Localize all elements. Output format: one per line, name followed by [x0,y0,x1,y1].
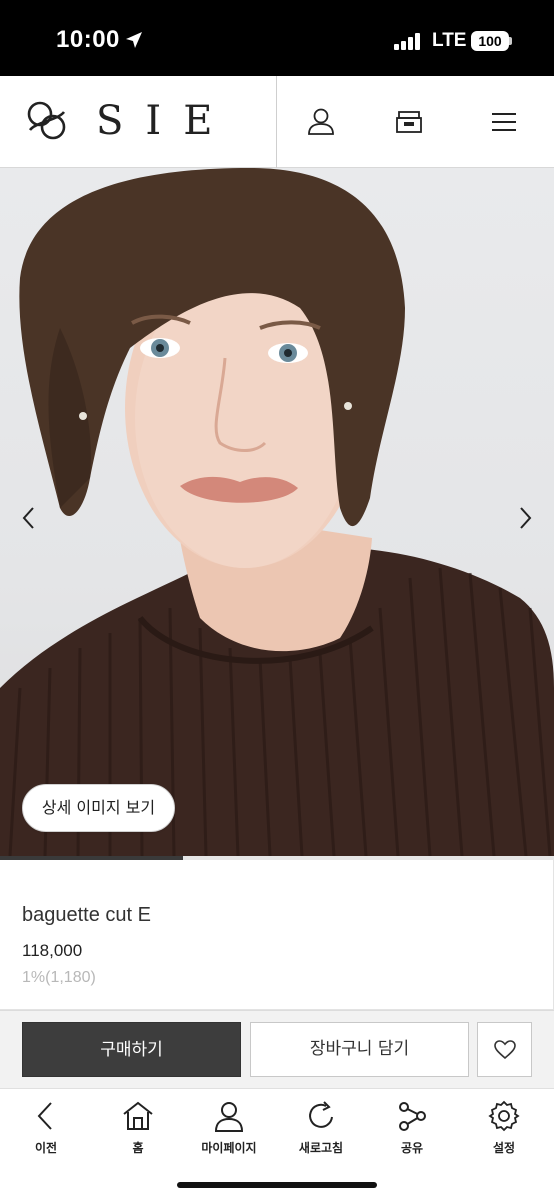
nav-home-label: 홈 [132,1141,144,1155]
prev-image-arrow-icon[interactable] [14,498,44,538]
nav-refresh-label: 새로고침 [298,1141,344,1155]
wishlist-button[interactable] [477,1022,532,1077]
detail-image-button[interactable]: 상세 이미지 보기 [22,784,175,832]
product-image[interactable]: 상세 이미지 보기 [0,168,554,856]
battery-tip [509,37,512,45]
status-time: 10:00 [56,26,120,53]
buy-button[interactable]: 구매하기 [22,1022,241,1077]
site-header: SIE [0,76,554,168]
home-icon [123,1101,153,1130]
nav-settings-label: 설정 [492,1141,516,1155]
heart-icon [494,1040,516,1060]
nav-mypage-label: 마이페이지 [201,1141,257,1155]
nav-share-label: 공유 [400,1141,424,1155]
mypage-icon [214,1102,244,1132]
shop-icon[interactable] [391,104,427,140]
menu-icon[interactable] [486,104,522,140]
back-icon [37,1102,52,1130]
brand-logo-icon[interactable] [26,100,68,142]
add-to-cart-button[interactable]: 장바구니 담기 [250,1022,469,1077]
location-arrow-icon [126,32,142,48]
nav-settings[interactable]: 설정 [464,1099,544,1169]
product-point: 1%(1,180) [22,969,96,986]
nav-refresh[interactable]: 새로고침 [281,1099,361,1169]
product-name: baguette cut E [22,904,151,926]
share-icon [399,1102,426,1131]
product-info: baguette cut E 118,000 1%(1,180) [0,860,554,1010]
refresh-icon [309,1101,333,1128]
header-divider [276,76,277,168]
brand-name[interactable]: SIE [96,98,234,144]
battery-icon: 100 [471,31,509,51]
home-indicator [177,1182,377,1188]
signal-icon [394,32,422,50]
nav-home[interactable]: 홈 [98,1099,178,1169]
nav-share[interactable]: 공유 [372,1099,452,1169]
model-photo [0,168,554,856]
nav-back[interactable]: 이전 [6,1099,86,1169]
settings-icon [488,1100,520,1132]
product-price: 118,000 [22,941,83,960]
network-type: LTE [432,30,467,51]
action-bar: 구매하기 장바구니 담기 [0,1010,554,1088]
user-icon[interactable] [303,104,339,140]
nav-back-label: 이전 [34,1141,58,1155]
next-image-arrow-icon[interactable] [510,498,540,538]
nav-mypage[interactable]: 마이페이지 [189,1099,269,1169]
status-bar: 10:00 LTE 100 [0,0,554,76]
